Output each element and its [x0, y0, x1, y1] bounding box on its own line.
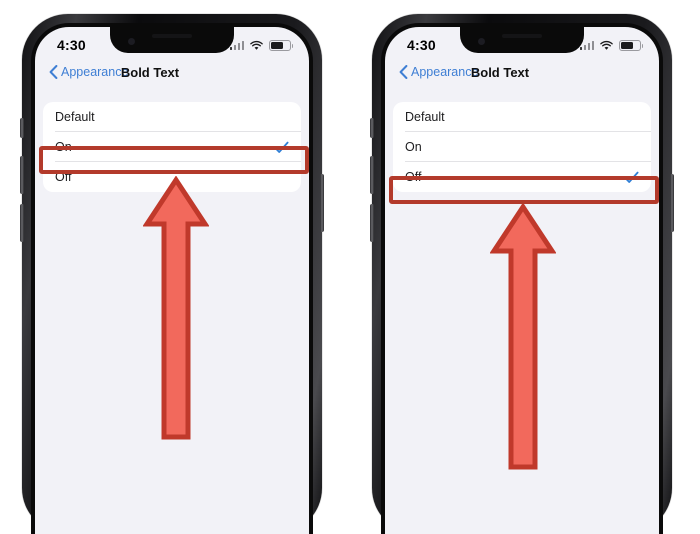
list-item-off[interactable]: Off — [393, 162, 651, 192]
battery-fill — [271, 41, 284, 49]
options-list-left: Default On Off — [43, 102, 301, 192]
phone-bezel-left: 4:30 Appearance Bold Text Default On Off — [31, 23, 313, 534]
list-item-on[interactable]: On — [43, 132, 301, 162]
notch — [460, 27, 584, 53]
checkmark-icon — [274, 141, 289, 153]
list-item-label: Off — [405, 170, 422, 184]
list-item-label: Default — [55, 110, 95, 124]
volume-up-button[interactable] — [370, 156, 374, 194]
front-camera-icon — [478, 38, 485, 45]
nav-bar-left: Appearance Bold Text — [35, 57, 309, 87]
back-button-appearance[interactable]: Appearance — [49, 65, 128, 79]
phone-screen-left: 4:30 Appearance Bold Text Default On Off — [35, 27, 309, 534]
chevron-left-icon — [49, 65, 58, 79]
volume-down-button[interactable] — [20, 204, 24, 242]
mute-switch[interactable] — [20, 118, 24, 138]
power-button[interactable] — [320, 174, 324, 232]
checkmark-icon — [624, 171, 639, 183]
list-item-label: On — [55, 140, 72, 154]
back-button-label: Appearance — [411, 65, 479, 79]
phone-screen-right: 4:30 Appearance Bold Text Default On Off — [385, 27, 659, 534]
earpiece-speaker-icon — [152, 34, 192, 38]
power-button[interactable] — [670, 174, 674, 232]
back-button-label: Appearance — [61, 65, 129, 79]
options-list-wrap-left: Default On Off — [35, 87, 309, 192]
status-time: 4:30 — [407, 37, 436, 53]
volume-down-button[interactable] — [370, 204, 374, 242]
screenshot-stage: 4:30 Appearance Bold Text Default On Off… — [0, 0, 700, 534]
options-list-wrap-right: Default On Off — [385, 87, 659, 192]
list-item-label: On — [405, 140, 422, 154]
wifi-icon — [250, 40, 263, 50]
battery-fill — [621, 41, 634, 49]
list-item-default[interactable]: Default — [393, 102, 651, 132]
list-item-default[interactable]: Default — [43, 102, 301, 132]
phone-device-right: 4:30 Appearance Bold Text Default On Off — [370, 14, 674, 534]
nav-bar-right: Appearance Bold Text — [385, 57, 659, 87]
front-camera-icon — [128, 38, 135, 45]
volume-up-button[interactable] — [20, 156, 24, 194]
earpiece-speaker-icon — [502, 34, 542, 38]
battery-icon — [619, 39, 644, 51]
wifi-icon — [600, 40, 613, 50]
status-time: 4:30 — [57, 37, 86, 53]
list-item-on[interactable]: On — [393, 132, 651, 162]
list-item-label: Off — [55, 170, 72, 184]
status-icons — [579, 39, 644, 51]
battery-icon — [269, 39, 294, 51]
mute-switch[interactable] — [370, 118, 374, 138]
back-button-appearance[interactable]: Appearance — [399, 65, 478, 79]
list-item-label: Default — [405, 110, 445, 124]
phone-bezel-right: 4:30 Appearance Bold Text Default On Off — [381, 23, 663, 534]
phone-device-left: 4:30 Appearance Bold Text Default On Off — [20, 14, 324, 534]
chevron-left-icon — [399, 65, 408, 79]
list-item-off[interactable]: Off — [43, 162, 301, 192]
status-icons — [229, 39, 294, 51]
notch — [110, 27, 234, 53]
options-list-right: Default On Off — [393, 102, 651, 192]
